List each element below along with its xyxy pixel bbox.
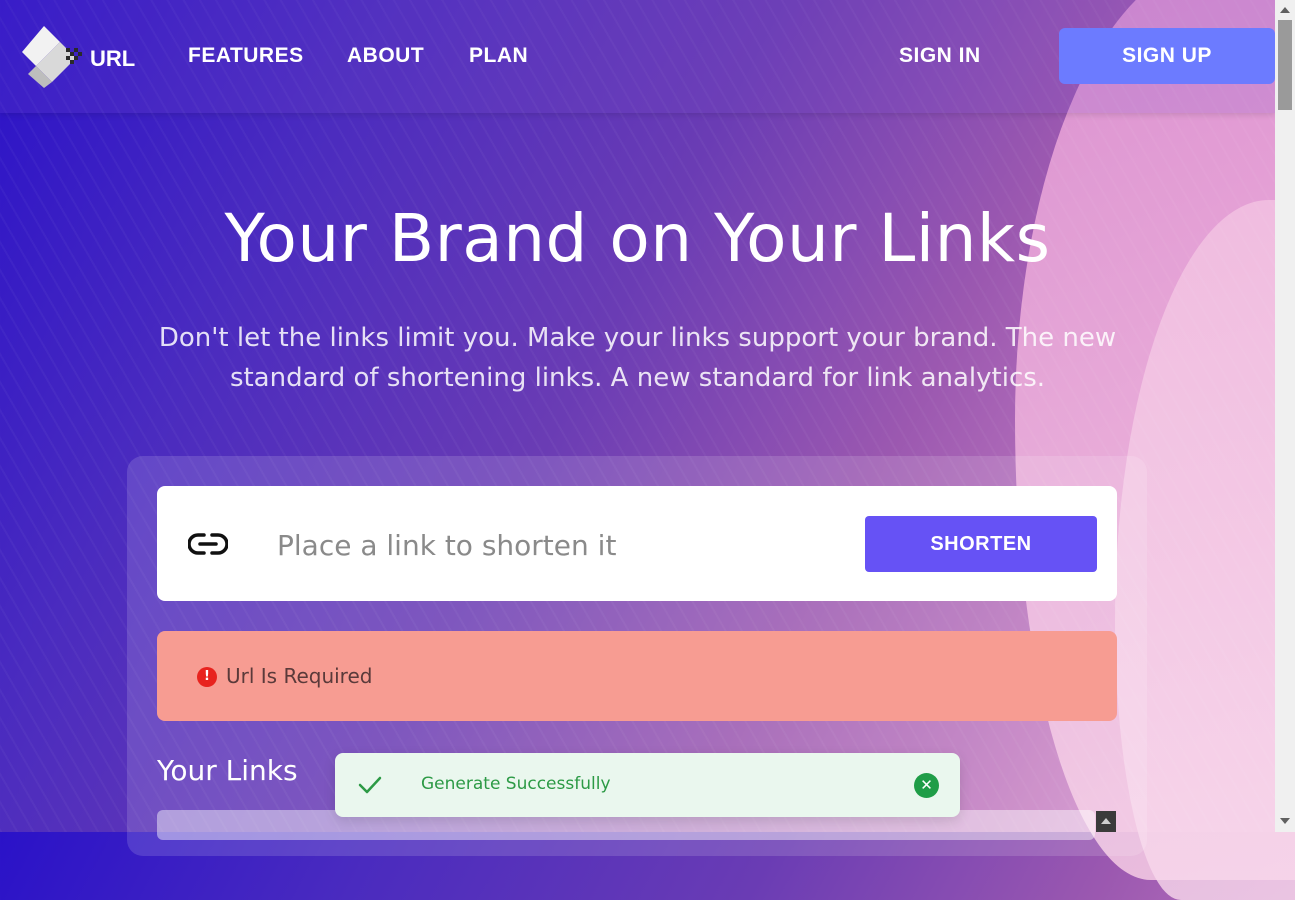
hero-title: Your Brand on Your Links (224, 200, 1051, 277)
toast-message: Generate Successfully (421, 774, 611, 794)
shorten-button[interactable]: SHORTEN (865, 516, 1097, 572)
nav-features[interactable]: FEATURES (188, 44, 304, 68)
error-alert: ! Url Is Required (157, 631, 1117, 721)
shortener-input-box: SHORTEN (157, 486, 1117, 601)
error-message: Url Is Required (226, 664, 373, 688)
nav-plan[interactable]: PLAN (469, 44, 528, 68)
url-input[interactable] (275, 522, 839, 568)
scroll-down-icon[interactable] (1280, 818, 1290, 824)
success-toast: Generate Successfully ✕ (335, 753, 960, 817)
sign-in-link[interactable]: SIGN IN (899, 44, 981, 68)
logo[interactable]: URL (20, 24, 135, 90)
logo-icon (22, 26, 82, 88)
nav-about[interactable]: ABOUT (347, 44, 424, 68)
vertical-scrollbar[interactable] (1275, 0, 1295, 832)
link-icon (188, 533, 228, 555)
close-icon[interactable]: ✕ (914, 773, 939, 798)
logo-text: URL (90, 46, 136, 71)
your-links-heading: Your Links (157, 754, 298, 787)
top-navbar: URL FEATURES ABOUT PLAN SIGN IN SIGN UP (0, 0, 1275, 113)
scroll-up-icon[interactable] (1280, 7, 1290, 13)
sign-up-button[interactable]: SIGN UP (1059, 28, 1275, 84)
scrollbar-thumb[interactable] (1278, 20, 1292, 110)
scroll-to-top-button[interactable] (1096, 811, 1116, 832)
error-icon: ! (197, 667, 217, 687)
hero-subtitle: Don't let the links limit you. Make your… (158, 323, 1117, 393)
check-icon (358, 776, 382, 794)
